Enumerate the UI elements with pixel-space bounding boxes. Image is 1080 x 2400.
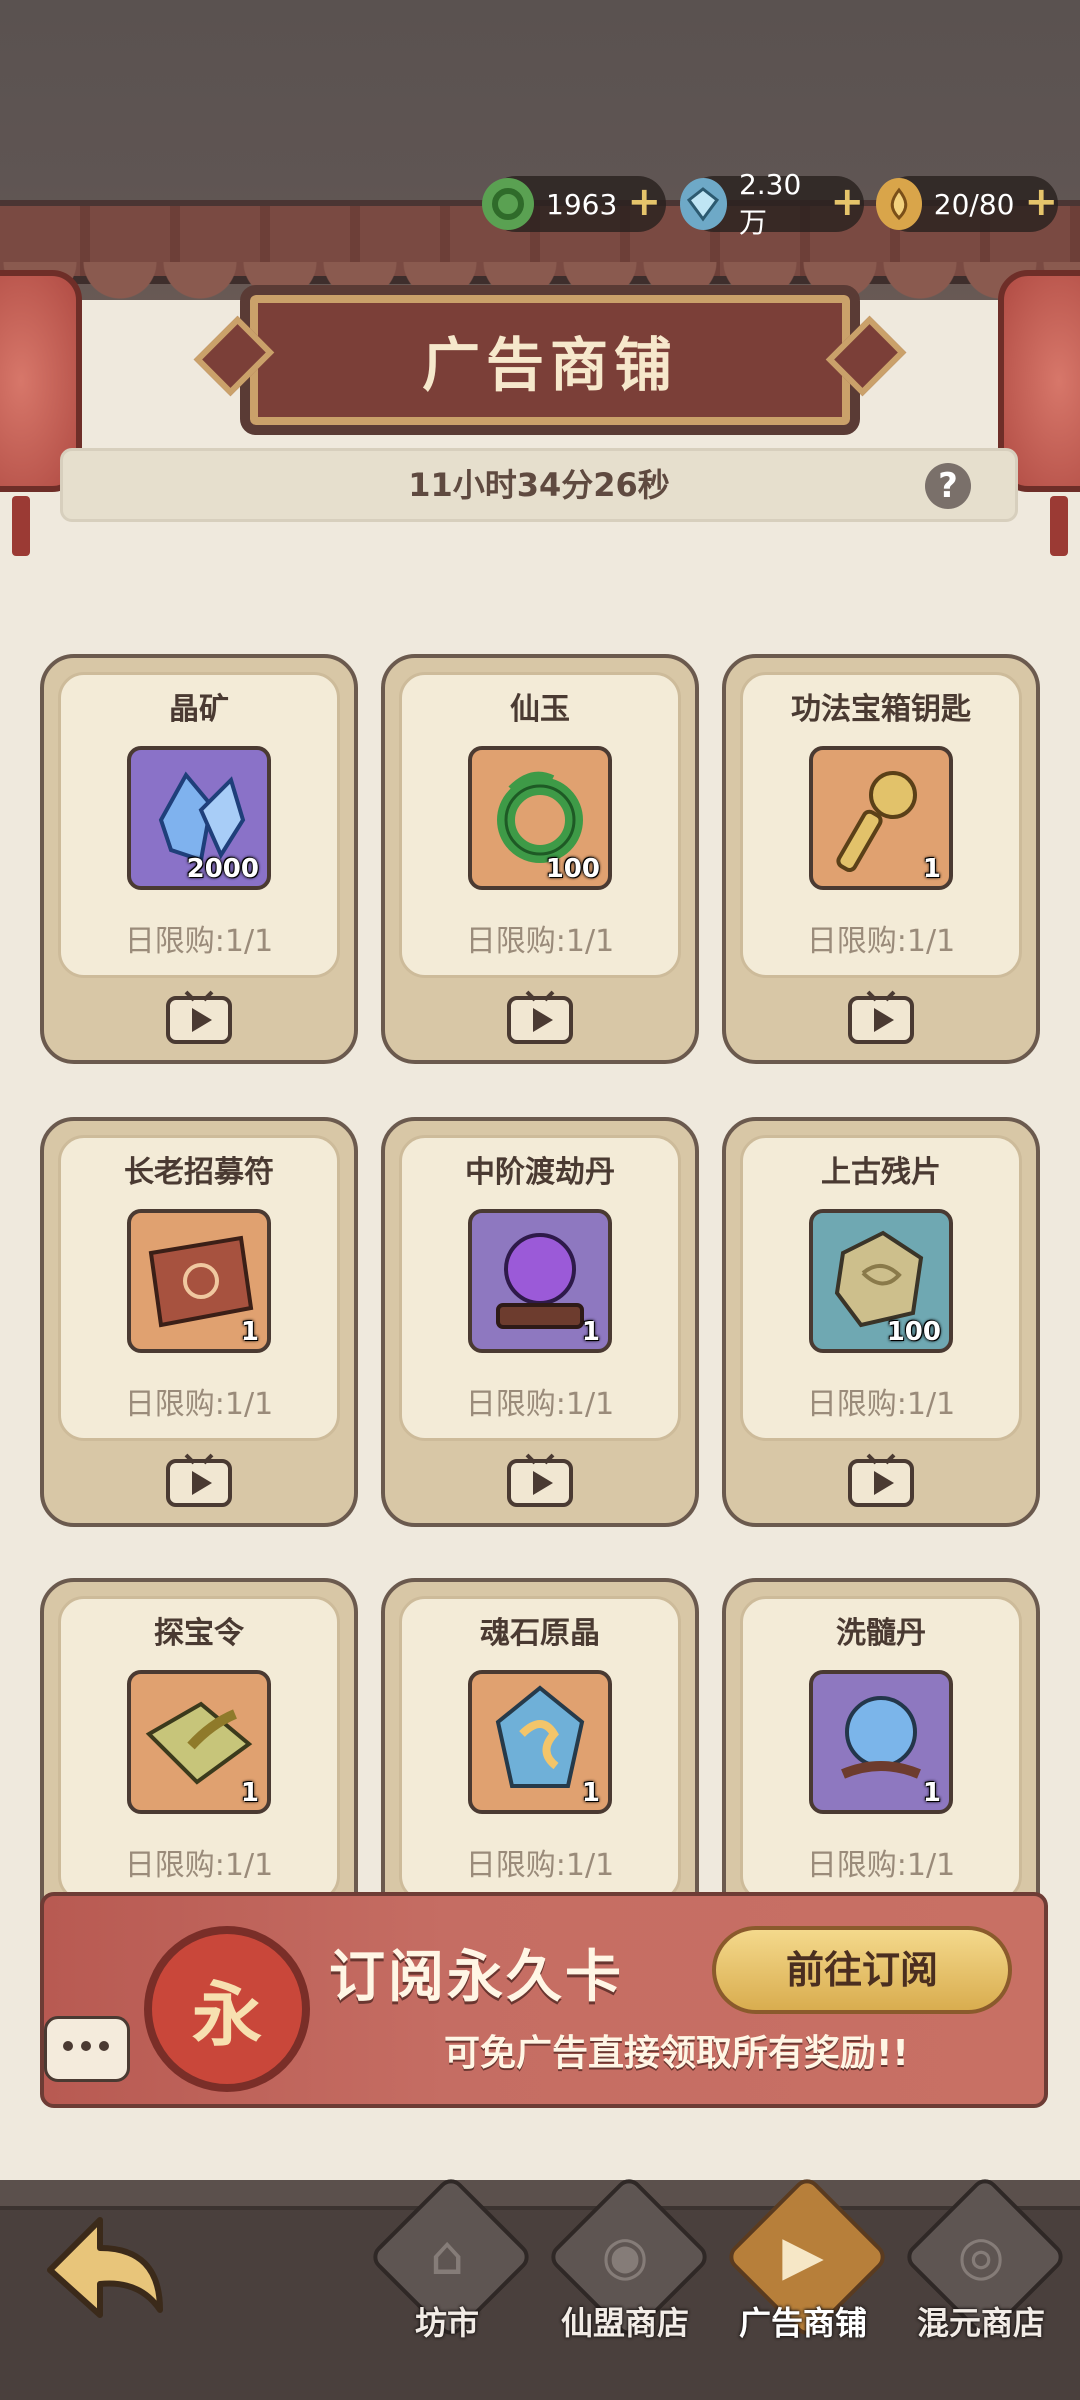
coin-icon: ◉ [601, 2224, 649, 2287]
lantern-tassel [1050, 496, 1068, 556]
tab-label: 仙盟商店 [560, 2304, 689, 2342]
item-quantity: 1 [922, 854, 941, 884]
watch-ad-button[interactable] [505, 1453, 575, 1509]
daily-limit: 日限购:1/1 [124, 1848, 274, 1883]
page-title: 广告商铺 [421, 331, 678, 399]
subscription-banner[interactable]: 永 订阅永久卡 可免广告直接领取所有奖励!! 前往订阅 [40, 1892, 1048, 2108]
pill-orb-icon: 1 [468, 1209, 612, 1353]
item-quantity: 1 [240, 1317, 259, 1347]
tab-label: 坊市 [414, 2304, 479, 2342]
currency-value: 20/80 [933, 187, 1015, 221]
daily-limit: 日限购:1/1 [806, 924, 956, 959]
watch-ad-button[interactable] [505, 990, 575, 1046]
chat-dot [99, 2041, 109, 2051]
subscribe-button[interactable]: 前往订阅 [712, 1926, 1012, 2014]
item-quantity: 100 [886, 1317, 941, 1347]
item-name: 魂石原晶 [480, 1616, 600, 1651]
watch-ad-button[interactable] [846, 1453, 916, 1509]
permanent-card-emblem: 永 [144, 1926, 310, 2092]
marrow-pill-icon: 1 [809, 1670, 953, 1814]
item-name: 上古残片 [821, 1155, 941, 1190]
tab-hunyuan-shop[interactable]: ◎ 混元商店 [892, 2173, 1070, 2390]
soul-crystal-icon: 1 [468, 1670, 612, 1814]
roof-background [0, 0, 1080, 330]
chat-dot [81, 2041, 91, 2051]
tab-label: 广告商铺 [738, 2304, 867, 2342]
item-quantity: 1 [922, 1778, 941, 1808]
shop-item-card[interactable]: 中阶渡劫丹 1 日限购:1/1 [381, 1117, 699, 1527]
shop-item-card[interactable]: 上古残片 100 日限购:1/1 [722, 1117, 1040, 1527]
tab-alliance-shop[interactable]: ◉ 仙盟商店 [536, 2173, 714, 2390]
recruit-talisman-icon: 1 [127, 1209, 271, 1353]
swirl-icon: ◎ [957, 2224, 1005, 2287]
item-quantity: 1 [581, 1317, 600, 1347]
item-quantity: 2000 [186, 854, 259, 884]
banner-title: 订阅永久卡 [329, 1945, 624, 2010]
item-quantity: 1 [581, 1778, 600, 1808]
crystal-ore-icon: 2000 [127, 746, 271, 890]
item-name: 中阶渡劫丹 [465, 1155, 615, 1190]
add-currency-icon[interactable]: + [1024, 182, 1058, 222]
shop-item-card[interactable]: 仙玉 100 日限购:1/1 [381, 654, 699, 1064]
currency-value: 2.30万 [738, 167, 802, 239]
daily-limit: 日限购:1/1 [465, 924, 615, 959]
item-name: 长老招募符 [124, 1155, 274, 1190]
watch-ad-button[interactable] [164, 990, 234, 1046]
immortal-jade-icon: 100 [468, 746, 612, 890]
shop-item-card[interactable]: 功法宝箱钥匙 1 日限购:1/1 [722, 654, 1040, 1064]
pagoda-icon: ⌂ [429, 2224, 465, 2287]
shop-item-card[interactable]: 长老招募符 1 日限购:1/1 [40, 1117, 358, 1527]
currency-stamina[interactable]: 20/80 + [876, 176, 1058, 232]
refresh-timer-bar: 11小时34分26秒 ? [60, 448, 1018, 522]
item-name: 仙玉 [510, 692, 570, 727]
jade-icon [482, 178, 534, 230]
currency-value: 1963 [546, 187, 618, 221]
item-name: 探宝令 [154, 1616, 244, 1651]
item-quantity: 1 [240, 1778, 259, 1808]
lantern-tassel [12, 496, 30, 556]
tab-label: 混元商店 [916, 2304, 1045, 2342]
daily-limit: 日限购:1/1 [124, 924, 274, 959]
item-name: 功法宝箱钥匙 [791, 692, 971, 727]
daily-limit: 日限购:1/1 [465, 1848, 615, 1883]
daily-limit: 日限购:1/1 [806, 1848, 956, 1883]
item-name: 洗髓丹 [836, 1616, 926, 1651]
help-icon[interactable]: ? [925, 463, 971, 509]
add-currency-icon[interactable]: + [627, 182, 662, 222]
stamina-icon [876, 178, 922, 230]
currency-crystal[interactable]: 2.30万 + [680, 168, 864, 239]
play-icon: ▶ [782, 2224, 824, 2287]
daily-limit: 日限购:1/1 [465, 1387, 615, 1422]
treasure-token-icon: 1 [127, 1670, 271, 1814]
item-name: 晶矿 [169, 692, 229, 727]
crystal-icon [680, 178, 727, 230]
daily-limit: 日限购:1/1 [806, 1387, 956, 1422]
item-quantity: 100 [545, 854, 600, 884]
banner-subtitle: 可免广告直接领取所有奖励!! [444, 2033, 909, 2074]
daily-limit: 日限购:1/1 [124, 1387, 274, 1422]
shop-item-card[interactable]: 晶矿 2000 日限购:1/1 [40, 654, 358, 1064]
currency-jade[interactable]: 1963 + [482, 176, 666, 232]
tab-ad-shop[interactable]: ▶ 广告商铺 [714, 2173, 892, 2390]
refresh-countdown: 11小时34分26秒 [408, 466, 670, 504]
tab-market[interactable]: ⌂ 坊市 [358, 2173, 536, 2390]
key-icon: 1 [809, 746, 953, 890]
watch-ad-button[interactable] [846, 990, 916, 1046]
watch-ad-button[interactable] [164, 1453, 234, 1509]
shop-title-plaque: 广告商铺 [240, 285, 860, 435]
chat-icon[interactable] [44, 2016, 130, 2082]
add-currency-icon[interactable]: + [830, 182, 864, 222]
ancient-fragment-icon: 100 [809, 1209, 953, 1353]
chat-dot [63, 2041, 73, 2051]
back-arrow-icon[interactable] [30, 2200, 180, 2340]
